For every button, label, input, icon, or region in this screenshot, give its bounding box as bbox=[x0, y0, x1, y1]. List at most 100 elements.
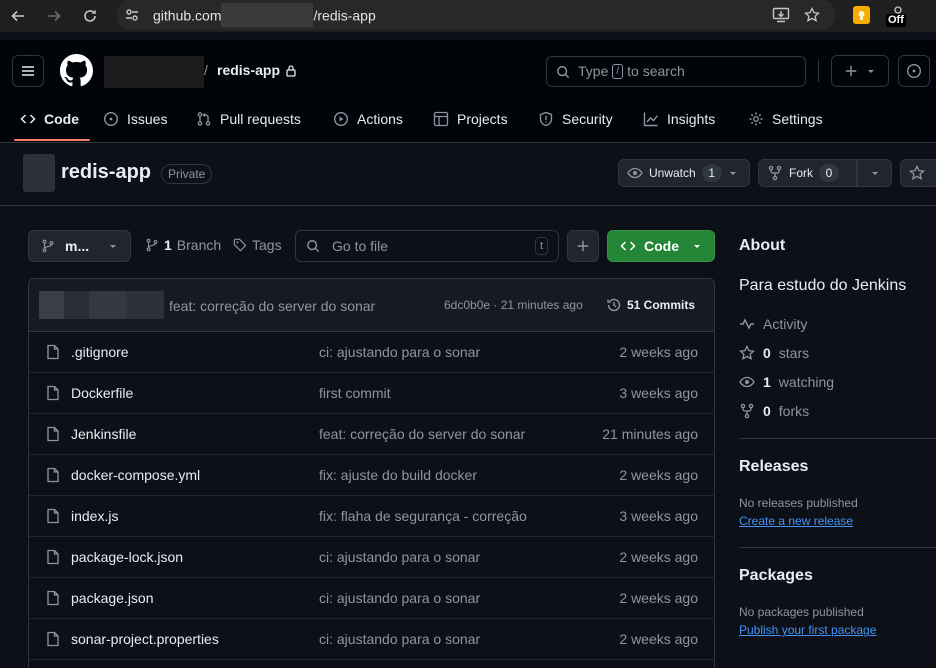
releases-empty-text: No releases published bbox=[739, 496, 858, 510]
publish-package-link[interactable]: Publish your first package bbox=[739, 623, 876, 637]
commits-link[interactable]: 51 Commits bbox=[606, 297, 695, 313]
tab-actions[interactable]: Actions bbox=[333, 100, 403, 138]
forks-label: forks bbox=[778, 403, 810, 419]
branch-label: Branch bbox=[176, 237, 222, 253]
file-name[interactable]: index.js bbox=[71, 508, 118, 524]
stars-link[interactable]: 0 stars bbox=[739, 345, 809, 361]
file-icon bbox=[46, 467, 60, 483]
branch-selector[interactable]: m... bbox=[28, 230, 131, 262]
tab-insights[interactable]: Insights bbox=[643, 100, 715, 138]
pull-request-icon bbox=[197, 112, 211, 126]
github-logo-icon[interactable] bbox=[60, 54, 93, 87]
watching-link[interactable]: 1 watching bbox=[739, 374, 834, 390]
table-row[interactable]: index.js fix: flaha de segurança - corre… bbox=[29, 496, 714, 537]
file-name[interactable]: package.json bbox=[71, 590, 154, 606]
packages-heading[interactable]: Packages bbox=[739, 567, 813, 585]
search-input[interactable]: Type / to search bbox=[546, 56, 806, 87]
commit-author-avatar[interactable] bbox=[39, 291, 164, 319]
fork-icon bbox=[768, 165, 782, 181]
go-to-file-input[interactable]: Go to file t bbox=[295, 230, 559, 262]
fork-dropdown-button[interactable] bbox=[857, 159, 892, 187]
file-name[interactable]: package-lock.json bbox=[71, 549, 183, 565]
latest-commit-row: feat: correção do server do sonar 6dc0b0… bbox=[29, 279, 714, 332]
forward-arrow-icon[interactable] bbox=[44, 6, 64, 26]
file-commit-message[interactable]: ci: ajustando para o sonar bbox=[319, 344, 480, 360]
site-info-icon[interactable] bbox=[124, 7, 140, 23]
file-commit-message[interactable]: fix: flaha de segurança - correção bbox=[319, 508, 527, 524]
unwatch-button[interactable]: Unwatch 1 bbox=[618, 159, 750, 187]
tab-settings[interactable]: Settings bbox=[748, 100, 823, 138]
latest-commit-sha-time[interactable]: 6dc0b0e · 21 minutes ago bbox=[444, 298, 583, 312]
fork-button[interactable]: Fork 0 bbox=[758, 159, 857, 187]
bookmark-star-icon[interactable] bbox=[804, 7, 820, 23]
search-icon bbox=[307, 240, 320, 253]
add-file-button[interactable] bbox=[567, 230, 599, 262]
file-name[interactable]: docker-compose.yml bbox=[71, 467, 200, 483]
file-name[interactable]: Dockerfile bbox=[71, 385, 133, 401]
file-commit-message[interactable]: ci: ajustando para o sonar bbox=[319, 631, 480, 647]
table-row[interactable]: package.json ci: ajustando para o sonar … bbox=[29, 578, 714, 619]
tag-icon bbox=[233, 238, 247, 252]
watch-count: 1 bbox=[701, 164, 722, 182]
forks-link[interactable]: 0 forks bbox=[739, 403, 809, 419]
table-row[interactable]: .gitignore ci: ajustando para o sonar 2 … bbox=[29, 332, 714, 373]
tab-issues[interactable]: Issues bbox=[103, 100, 167, 138]
table-row[interactable]: docker-compose.yml fix: ajuste do build … bbox=[29, 455, 714, 496]
issues-shortcut-button[interactable] bbox=[898, 55, 930, 87]
code-icon bbox=[620, 241, 636, 251]
chevron-down-icon bbox=[694, 245, 700, 248]
file-commit-message[interactable]: ci: ajustando para o sonar bbox=[319, 549, 480, 565]
create-new-button[interactable] bbox=[831, 55, 889, 87]
sidebar-divider bbox=[739, 547, 936, 548]
file-commit-age: 2 weeks ago bbox=[619, 467, 698, 483]
latest-commit-message[interactable]: feat: correção do server do sonar bbox=[169, 298, 375, 314]
stars-label: stars bbox=[778, 345, 810, 361]
install-app-icon[interactable] bbox=[772, 7, 790, 23]
back-arrow-icon[interactable] bbox=[8, 6, 28, 26]
file-name[interactable]: .gitignore bbox=[71, 344, 129, 360]
branches-link[interactable]: 1 Branch bbox=[145, 237, 221, 253]
file-table: feat: correção do server do sonar 6dc0b0… bbox=[28, 278, 715, 668]
extension-badge: Off bbox=[886, 14, 906, 27]
file-commit-message[interactable]: feat: correção do server do sonar bbox=[319, 426, 525, 442]
file-icon bbox=[46, 590, 60, 606]
file-commit-message[interactable]: fix: ajuste do build docker bbox=[319, 467, 477, 483]
tab-projects-label: Projects bbox=[457, 111, 508, 127]
header-repo-name[interactable]: redis-app bbox=[217, 62, 280, 78]
code-dropdown-button[interactable]: Code bbox=[607, 230, 715, 262]
tab-code-label: Code bbox=[44, 111, 79, 127]
file-commit-message[interactable]: first commit bbox=[319, 385, 391, 401]
file-commit-message[interactable]: ci: ajustando para o sonar bbox=[319, 590, 480, 606]
repo-title[interactable]: redis-app bbox=[61, 161, 151, 184]
table-row[interactable]: sonar-project.properties ci: ajustando p… bbox=[29, 619, 714, 660]
table-row[interactable]: Jenkinsfile feat: correção do server do … bbox=[29, 414, 714, 455]
activity-link[interactable]: Activity bbox=[739, 316, 807, 332]
tab-insights-label: Insights bbox=[667, 111, 716, 127]
table-icon bbox=[433, 111, 449, 127]
table-row[interactable]: package-lock.json ci: ajustando para o s… bbox=[29, 537, 714, 578]
tags-link[interactable]: Tags bbox=[233, 237, 282, 253]
create-release-link[interactable]: Create a new release bbox=[739, 514, 853, 528]
extension-icon[interactable] bbox=[853, 6, 870, 24]
file-icon bbox=[46, 508, 60, 524]
reload-icon[interactable] bbox=[80, 6, 100, 26]
tab-pull-requests[interactable]: Pull requests bbox=[196, 100, 301, 138]
browser-toolbar: github.com/redis-app Off bbox=[0, 0, 936, 32]
tab-settings-label: Settings bbox=[772, 111, 823, 127]
file-name[interactable]: Jenkinsfile bbox=[71, 426, 136, 442]
star-button[interactable] bbox=[900, 159, 936, 187]
tab-code[interactable]: Code bbox=[20, 100, 79, 138]
table-row[interactable]: Dockerfile first commit 3 weeks ago bbox=[29, 373, 714, 414]
file-commit-age: 2 weeks ago bbox=[619, 549, 698, 565]
extension-off-icon[interactable]: Off bbox=[886, 4, 910, 28]
tab-projects[interactable]: Projects bbox=[433, 100, 508, 138]
code-button-label: Code bbox=[644, 238, 679, 254]
sidebar-divider bbox=[739, 438, 936, 439]
file-name[interactable]: sonar-project.properties bbox=[71, 631, 219, 647]
eye-icon bbox=[627, 167, 643, 179]
tab-security[interactable]: Security bbox=[538, 100, 613, 138]
watching-count: 1 bbox=[763, 374, 771, 390]
owner-avatar[interactable] bbox=[23, 154, 55, 192]
releases-heading[interactable]: Releases bbox=[739, 458, 808, 476]
hamburger-menu-button[interactable] bbox=[12, 55, 44, 87]
